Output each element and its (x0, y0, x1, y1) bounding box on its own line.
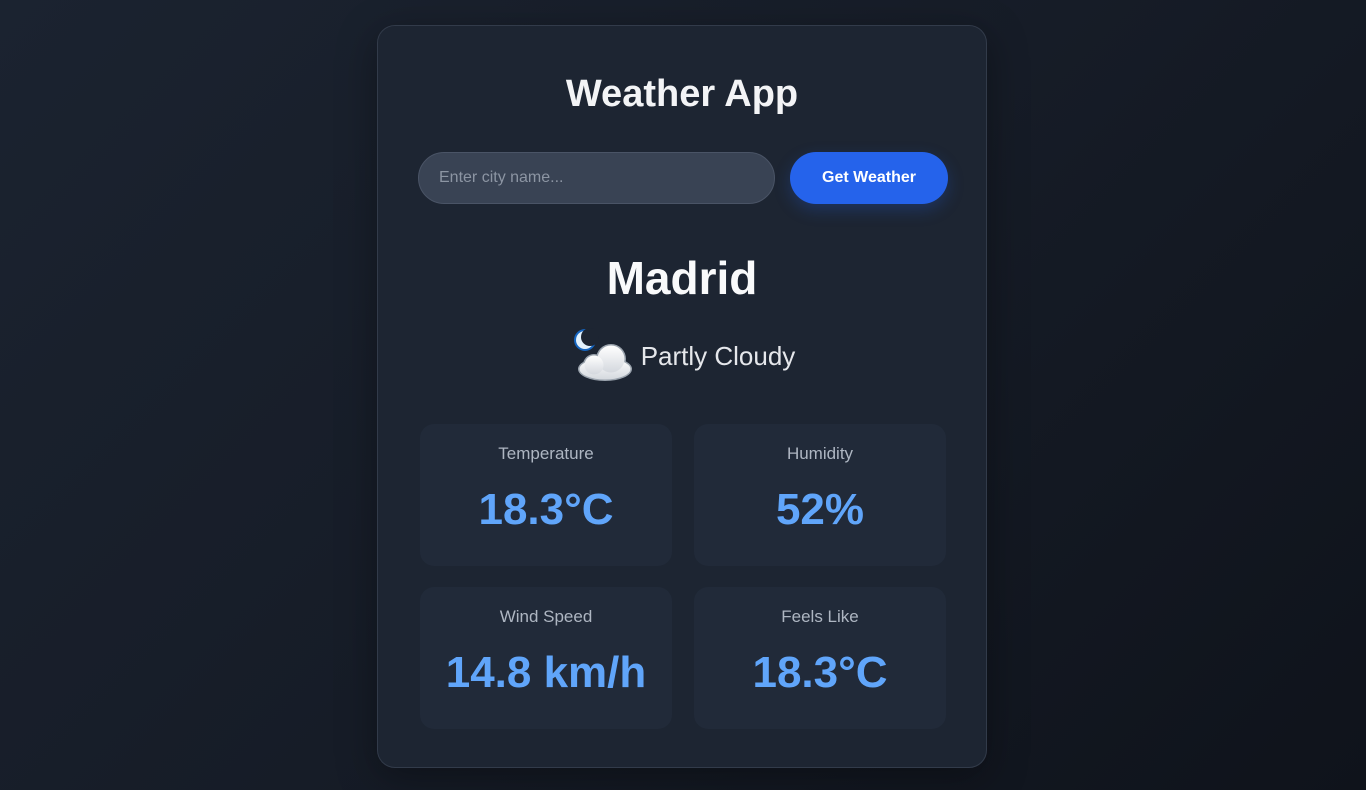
moon-cloud-icon (573, 328, 632, 381)
feels-like-card: Feels Like 18.3°C (694, 587, 946, 729)
humidity-value: 52% (775, 485, 865, 534)
city-search-input[interactable] (418, 152, 775, 204)
condition-text: Partly Cloudy (640, 341, 796, 371)
temperature-label: Temperature (498, 444, 594, 463)
feels-like-label: Feels Like (781, 607, 859, 626)
feels-like-value: 18.3°C (752, 648, 888, 697)
temperature-card: Temperature 18.3°C (420, 424, 672, 566)
wind-speed-label: Wind Speed (499, 607, 593, 626)
humidity-label: Humidity (786, 444, 854, 463)
humidity-card: Humidity 52% (694, 424, 946, 566)
city-name: Madrid (606, 252, 758, 304)
weather-card: Weather App Get Weather Madrid (377, 25, 987, 768)
wind-speed-card: Wind Speed 14.8 km/h (420, 587, 672, 729)
wind-speed-value: 14.8 km/h (445, 648, 647, 697)
app-title: Weather App (565, 73, 799, 115)
get-weather-button[interactable]: Get Weather (790, 152, 948, 204)
temperature-value: 18.3°C (478, 485, 614, 534)
weather-condition: Partly Cloudy (378, 326, 986, 386)
